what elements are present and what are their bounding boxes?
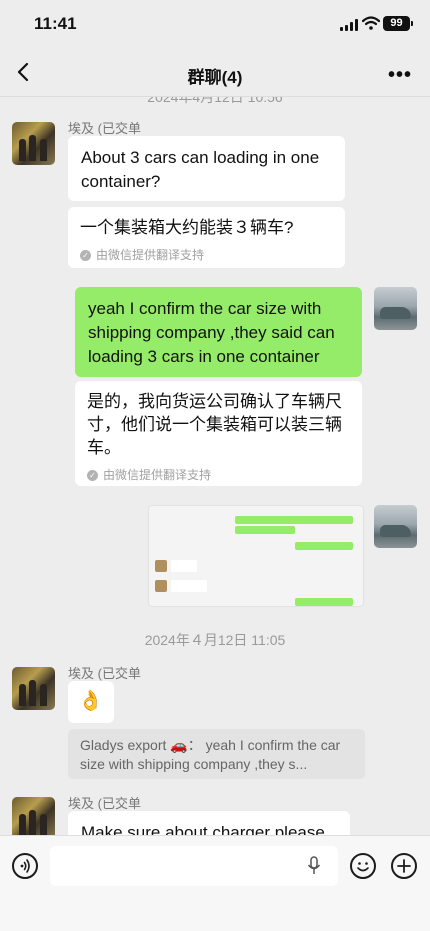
status-bar: 11:41 99 <box>0 0 430 50</box>
microphone-icon[interactable] <box>306 856 322 876</box>
translation-text: 一个集装箱大约能装３辆车? <box>80 218 294 237</box>
emoji-icon[interactable] <box>350 853 376 879</box>
translation-note: 由微信提供翻译支持 <box>103 468 212 482</box>
avatar[interactable] <box>12 797 55 835</box>
translation-note: 由微信提供翻译支持 <box>96 248 205 262</box>
input-bar <box>0 835 430 931</box>
timestamp: 2024年４月12日 11:05 <box>144 632 286 648</box>
wifi-icon <box>362 16 380 30</box>
chat-area[interactable]: 2024年4月12日 10:56 埃及 (已交单 About 3 cars ca… <box>0 97 430 835</box>
check-icon: ✓ <box>80 250 91 261</box>
emoji-message[interactable]: 👌 <box>68 681 114 723</box>
screenshot-image[interactable] <box>148 505 364 607</box>
message-bubble[interactable]: About 3 cars can loading in one containe… <box>68 136 345 201</box>
sender-name: 埃及 (已交单 <box>68 796 141 811</box>
nav-bar: 群聊(4) ••• <box>0 50 430 97</box>
status-time: 11:41 <box>34 14 77 33</box>
sender-name: 埃及 (已交单 <box>68 121 141 136</box>
translation-text: 是的，我向货运公司确认了车辆尺寸，他们说一个集装箱可以装三辆车。 <box>87 392 342 457</box>
quoted-reply[interactable]: Gladys export 🚗： yeah I confirm the car … <box>68 729 365 779</box>
signal-icon <box>340 19 358 31</box>
add-icon[interactable] <box>391 853 417 879</box>
sender-name: 埃及 (已交单 <box>68 666 141 681</box>
message-bubble[interactable]: yeah I confirm the car size with shippin… <box>75 287 362 377</box>
translation-bubble[interactable]: 一个集装箱大约能装３辆车? ✓ 由微信提供翻译支持 <box>68 207 345 268</box>
message-input[interactable] <box>50 846 338 886</box>
avatar[interactable] <box>374 505 417 548</box>
message-bubble[interactable]: Make sure about charger please <box>68 811 350 835</box>
check-icon: ✓ <box>87 470 98 481</box>
voice-toggle-icon[interactable] <box>12 853 38 879</box>
timestamp: 2024年4月12日 10:56 <box>147 97 283 105</box>
avatar[interactable] <box>12 122 55 165</box>
more-icon[interactable]: ••• <box>388 64 412 87</box>
battery-icon: 99 <box>383 16 413 31</box>
avatar[interactable] <box>12 667 55 710</box>
translation-bubble[interactable]: 是的，我向货运公司确认了车辆尺寸，他们说一个集装箱可以装三辆车。 ✓ 由微信提供翻… <box>75 381 362 486</box>
chat-title: 群聊(4) <box>187 68 243 87</box>
avatar[interactable] <box>374 287 417 330</box>
